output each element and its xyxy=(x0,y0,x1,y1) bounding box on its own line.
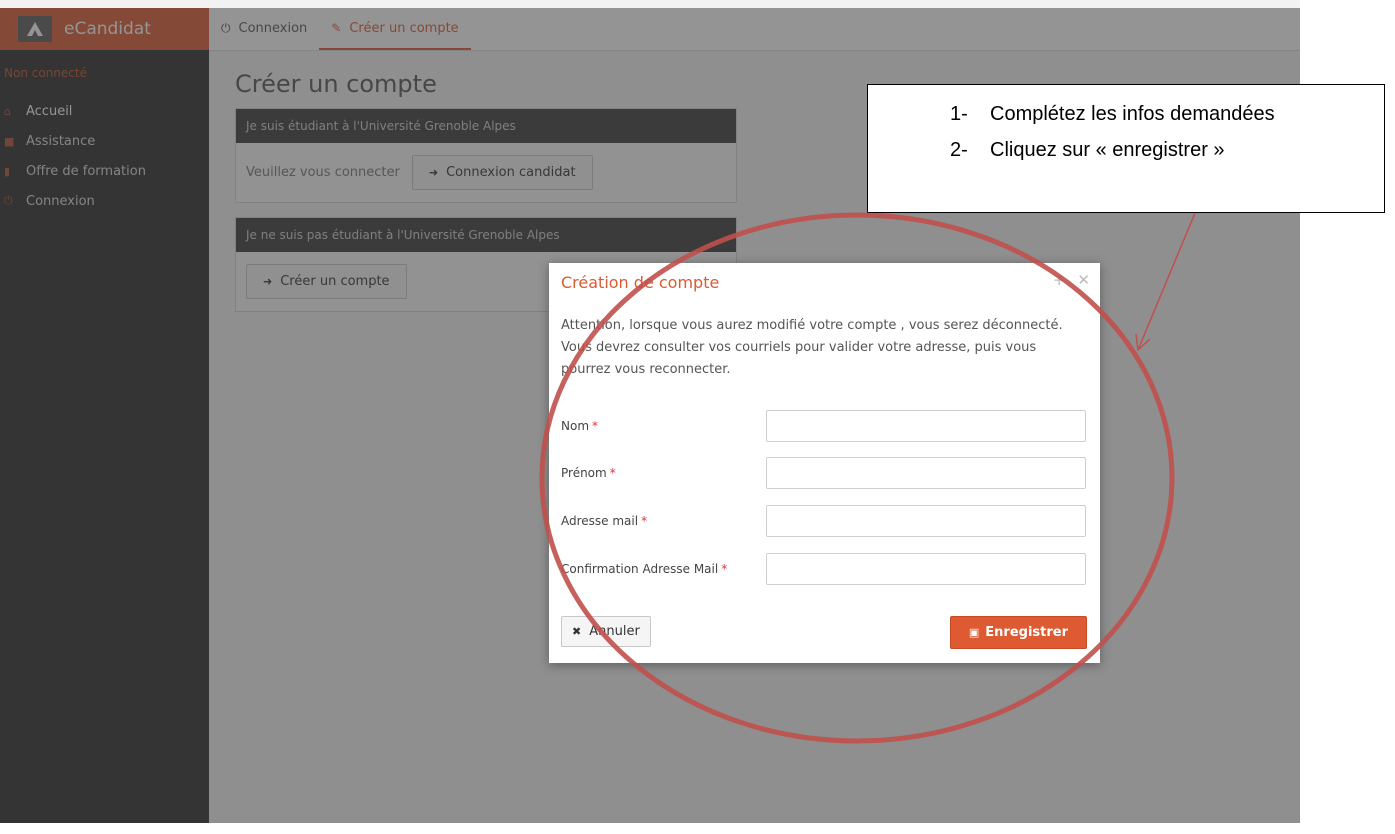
label-text: Confirmation Adresse Mail xyxy=(561,562,719,576)
panel-body: Veuillez vous connecter ➜ Connexion candi… xyxy=(236,143,736,202)
form-row-prenom: Prénom * xyxy=(561,457,1087,491)
callout-step-1: 1- Complétez les infos demandées xyxy=(950,103,1275,126)
floppy-disk-icon: ▣ xyxy=(968,626,980,639)
panel-heading: Je ne suis pas étudiant à l'Université G… xyxy=(236,218,736,252)
button-label: Enregistrer xyxy=(985,625,1068,640)
tab-label: Connexion xyxy=(238,20,308,36)
step-number: 2- xyxy=(950,139,968,161)
cancel-button[interactable]: ✖ Annuler xyxy=(561,616,651,647)
save-button[interactable]: ▣ Enregistrer xyxy=(949,616,1087,649)
sidebar-item-label: Assistance xyxy=(26,133,96,149)
button-label: Créer un compte xyxy=(280,274,390,289)
dialog-title: Création de compte xyxy=(561,273,720,292)
panel-heading: Je suis étudiant à l'Université Grenoble… xyxy=(236,109,736,143)
sidebar-item-label: Accueil xyxy=(26,103,73,119)
maximize-icon[interactable]: + xyxy=(1053,271,1066,289)
field-label: Confirmation Adresse Mail * xyxy=(561,562,727,576)
dialog-controls: + ✕ xyxy=(1053,271,1090,289)
required-mark: * xyxy=(592,419,599,433)
required-mark: * xyxy=(609,466,616,480)
panel-text: Veuillez vous connecter xyxy=(246,165,400,180)
sign-in-icon: ➜ xyxy=(263,275,273,288)
label-text: Adresse mail xyxy=(561,514,639,528)
connexion-candidat-button[interactable]: ➜ Connexion candidat xyxy=(411,155,593,190)
email-input[interactable] xyxy=(766,505,1086,537)
step-text: Cliquez sur « enregistrer » xyxy=(990,139,1225,161)
sidebar-item-assistance[interactable]: ■ Assistance xyxy=(0,126,209,156)
brand[interactable]: eCandidat xyxy=(0,8,209,50)
top-navigation: ⏻ Connexion ✎ Créer un compte xyxy=(209,8,1300,51)
home-icon: ⌂ xyxy=(4,104,11,118)
close-icon[interactable]: ✕ xyxy=(1077,271,1090,289)
field-label: Adresse mail * xyxy=(561,514,647,528)
power-icon: ⏻ xyxy=(4,194,13,207)
logo-icon xyxy=(18,16,52,42)
create-account-dialog: Création de compte + ✕ Attention, lorsqu… xyxy=(549,263,1100,663)
field-label: Nom * xyxy=(561,419,598,433)
sidebar-item-offre[interactable]: ▮ Offre de formation xyxy=(0,156,209,186)
dialog-message: Attention, lorsque vous aurez modifié vo… xyxy=(561,318,1063,377)
callout-step-2: 2- Cliquez sur « enregistrer » xyxy=(950,139,1225,162)
step-text: Complétez les infos demandées xyxy=(990,103,1275,125)
tab-label: Créer un compte xyxy=(349,20,459,36)
page-title: Créer un compte xyxy=(235,70,437,98)
field-label: Prénom * xyxy=(561,466,616,480)
email-confirm-input[interactable] xyxy=(766,553,1086,585)
panel-uga-student: Je suis étudiant à l'Université Grenoble… xyxy=(235,108,737,203)
instruction-callout: 1- Complétez les infos demandées 2- Clique… xyxy=(867,84,1385,213)
tab-creer-compte[interactable]: ✎ Créer un compte xyxy=(319,8,471,50)
button-label: Annuler xyxy=(589,624,640,639)
brand-name: eCandidat xyxy=(64,19,151,39)
form-row-nom: Nom * xyxy=(561,410,1087,444)
power-icon: ⏻ xyxy=(221,20,231,35)
nom-input[interactable] xyxy=(766,410,1086,442)
label-text: Nom xyxy=(561,419,590,433)
button-label: Connexion candidat xyxy=(446,165,576,180)
label-text: Prénom xyxy=(561,466,607,480)
form-row-email: Adresse mail * xyxy=(561,505,1087,539)
required-mark: * xyxy=(721,562,728,576)
connection-status: Non connecté xyxy=(4,66,87,80)
tab-connexion[interactable]: ⏻ Connexion xyxy=(209,8,319,48)
bookmark-icon: ▮ xyxy=(4,164,11,178)
sidebar: eCandidat Non connecté ⌂ Accueil ■ Assis… xyxy=(0,8,209,823)
creer-compte-button[interactable]: ➜ Créer un compte xyxy=(246,264,407,299)
sidebar-item-label: Offre de formation xyxy=(26,163,146,179)
close-icon: ✖ xyxy=(572,625,582,638)
help-icon: ■ xyxy=(4,134,15,148)
step-number: 1- xyxy=(950,103,968,125)
required-mark: * xyxy=(641,514,648,528)
sign-in-icon: ➜ xyxy=(428,166,439,179)
sidebar-item-connexion[interactable]: ⏻ Connexion xyxy=(0,186,209,216)
sidebar-item-label: Connexion xyxy=(26,193,95,209)
pencil-icon: ✎ xyxy=(331,21,342,35)
prenom-input[interactable] xyxy=(766,457,1086,489)
sidebar-item-accueil[interactable]: ⌂ Accueil xyxy=(0,96,209,126)
form-row-email-confirm: Confirmation Adresse Mail * xyxy=(561,553,1087,587)
